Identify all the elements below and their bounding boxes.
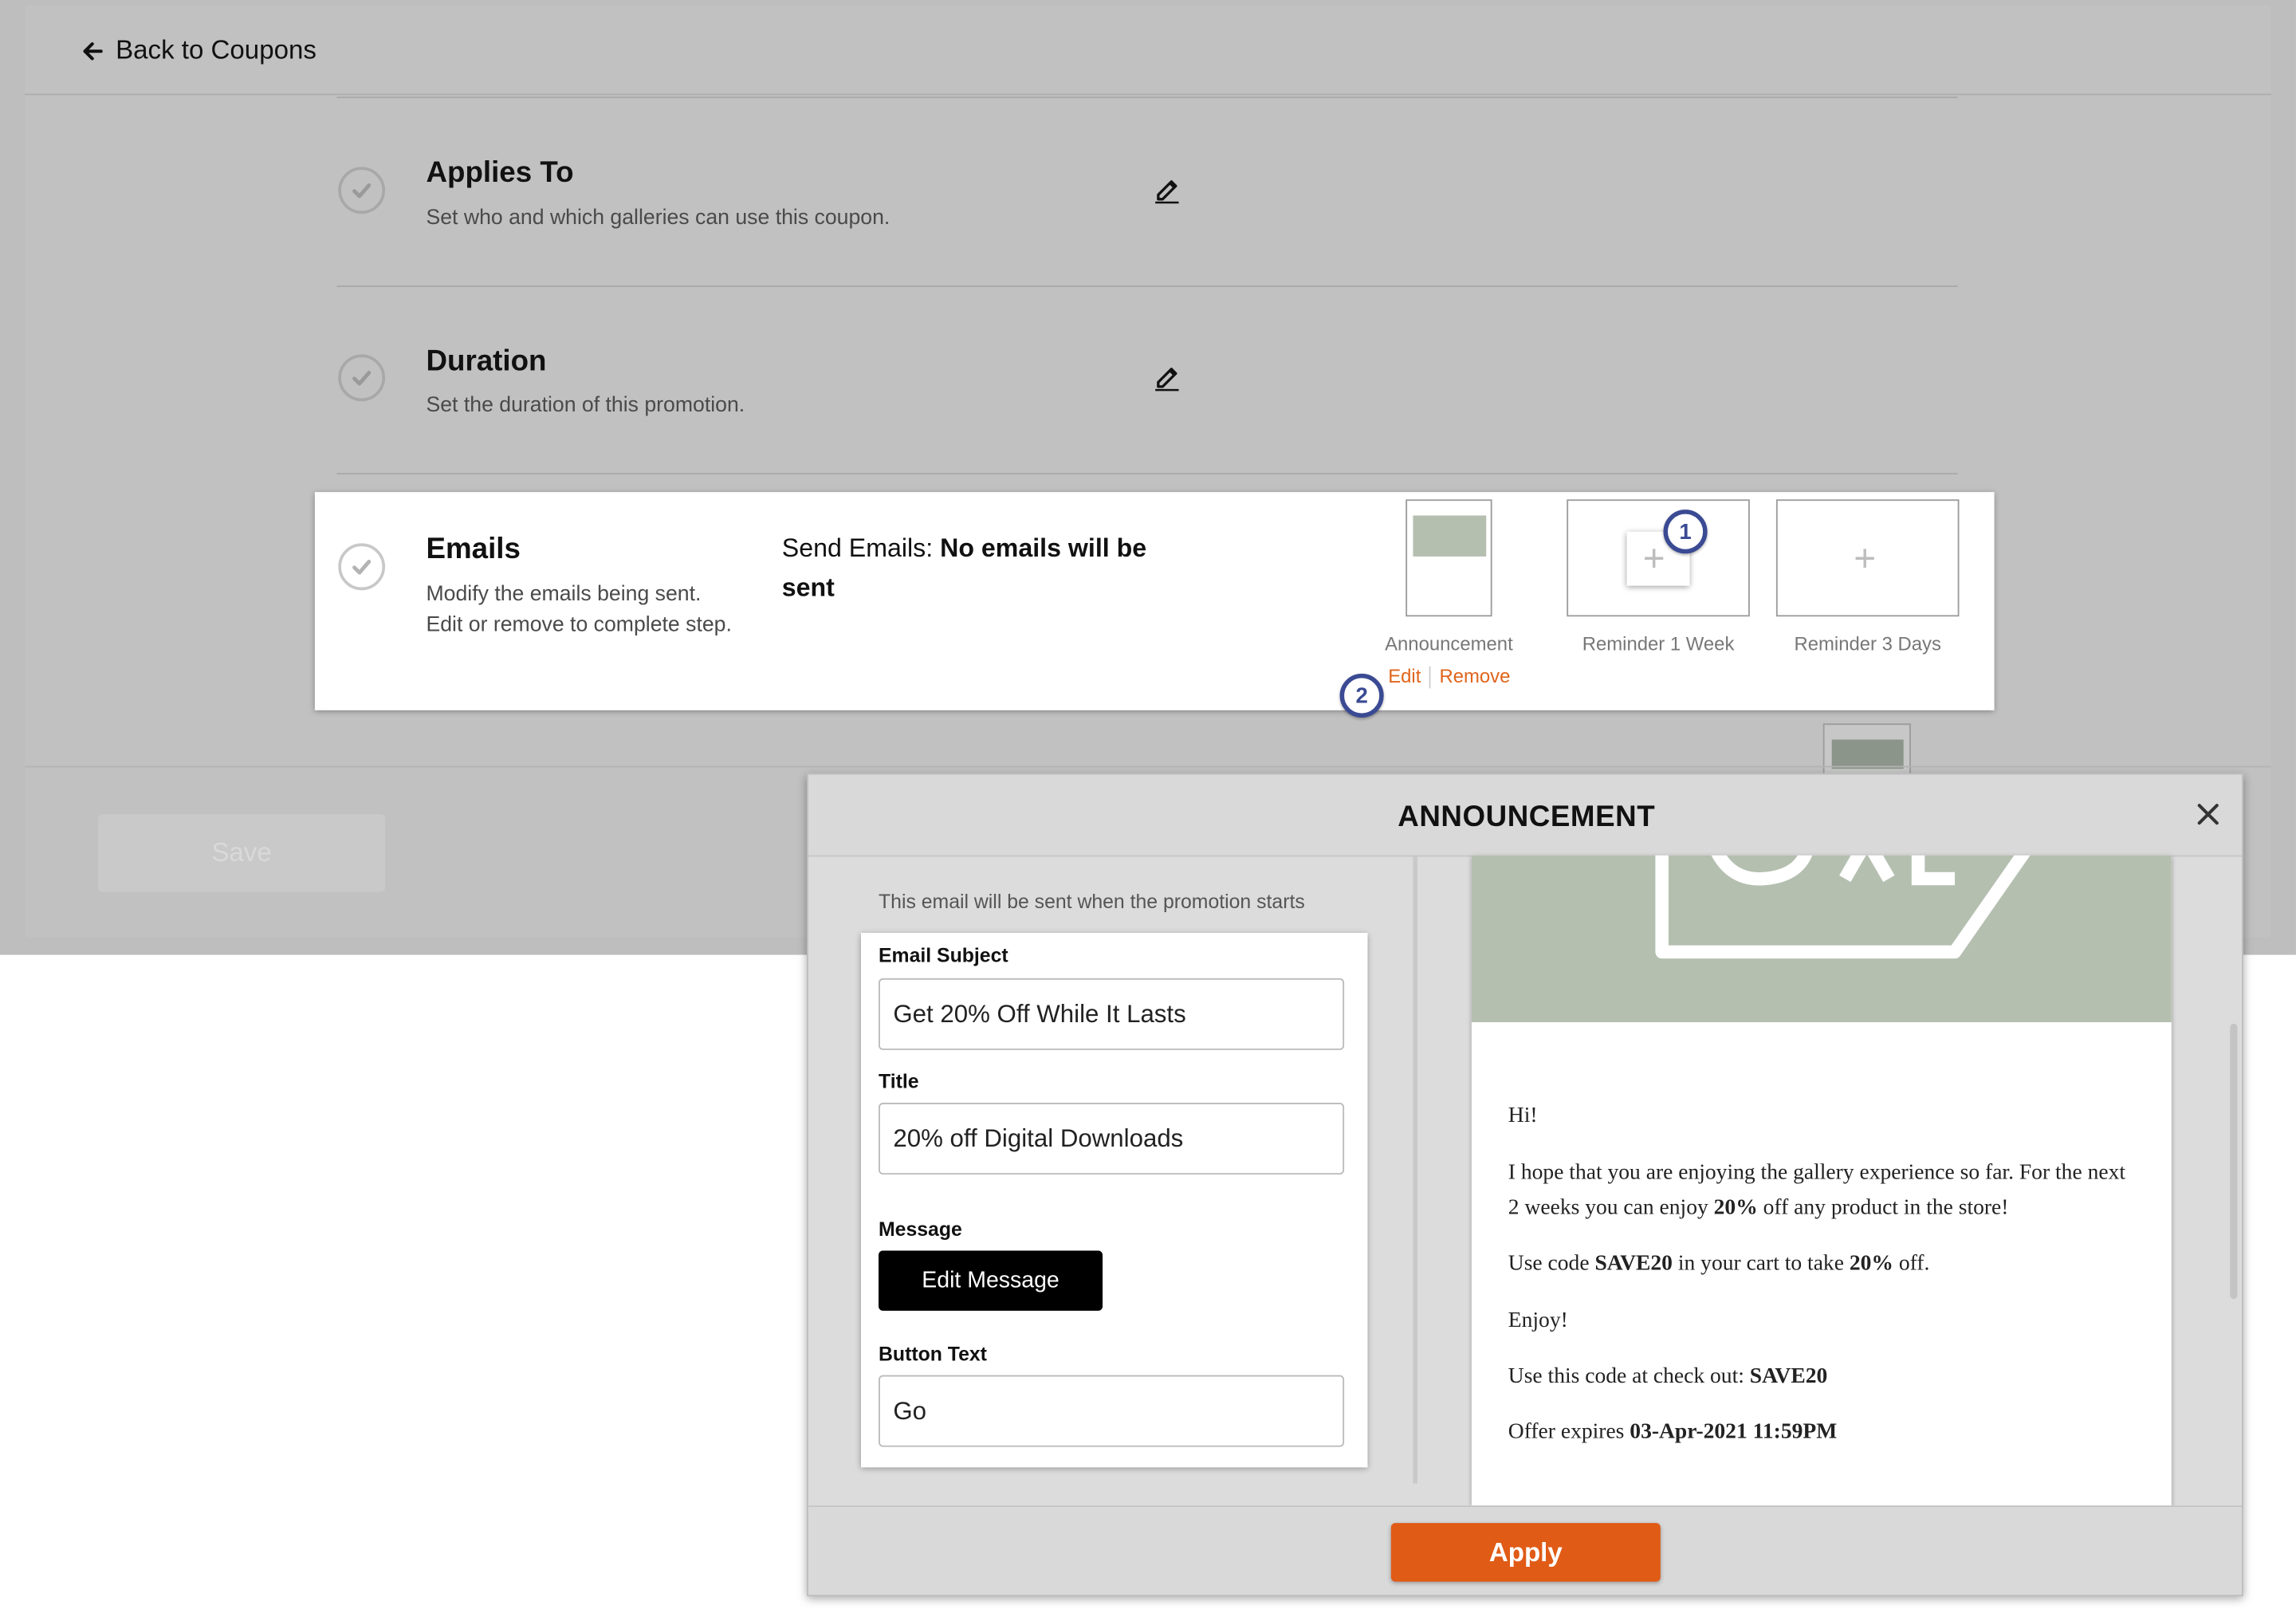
back-to-coupons-link[interactable]: Back to Coupons	[81, 35, 316, 66]
callout-badge-2: 2	[1339, 673, 1384, 718]
reminder-1-week-label: Reminder 1 Week	[1582, 632, 1735, 655]
preview-banner-image	[1471, 855, 2172, 1023]
send-emails-prefix: Send Emails:	[781, 533, 934, 563]
modal-title: ANNOUNCEMENT	[1398, 801, 1656, 834]
divider	[25, 765, 2271, 768]
send-emails-status: Send Emails: No emails will be sent	[782, 529, 1177, 608]
apply-button[interactable]: Apply	[1390, 1523, 1661, 1582]
remove-email-link[interactable]: Remove	[1439, 665, 1510, 687]
preview-paragraph-4: Use this code at check out: SAVE20	[1508, 1364, 1828, 1389]
preview-scrollbar[interactable]	[2230, 1023, 2238, 1300]
close-icon[interactable]	[2192, 798, 2224, 830]
preview-paragraph-3: Enjoy!	[1508, 1309, 1568, 1333]
modal-intro-text: This email will be sent when the promoti…	[879, 890, 1305, 913]
title-label: Title	[879, 1070, 919, 1093]
plus-icon: +	[1642, 536, 1665, 580]
thumbnail-banner	[1413, 515, 1487, 557]
step-status-applies-to	[338, 167, 386, 214]
email-subject-label: Email Subject	[879, 944, 1008, 967]
arrow-left-icon	[83, 41, 103, 60]
announcement-thumbnail[interactable]	[1406, 499, 1492, 617]
step-status-duration	[338, 354, 386, 402]
pencil-icon[interactable]	[1152, 362, 1181, 391]
panel-divider	[1413, 856, 1417, 1484]
email-subject-input[interactable]: Get 20% Off While It Lasts	[879, 978, 1345, 1050]
callout-badge-1: 1	[1663, 510, 1708, 554]
plus-icon: +	[1854, 536, 1877, 580]
edit-email-link[interactable]: Edit	[1388, 665, 1421, 687]
back-label: Back to Coupons	[116, 35, 316, 65]
reminder-3-days-slot[interactable]: +	[1775, 499, 1960, 617]
announcement-modal: ANNOUNCEMENT This email will be sent whe…	[807, 773, 2243, 1597]
sale-tag-graphic	[1655, 855, 2031, 959]
duration-title: Duration	[426, 345, 547, 378]
message-label: Message	[879, 1218, 962, 1241]
check-icon	[352, 183, 372, 199]
button-text-label: Button Text	[879, 1343, 987, 1365]
screen: Back to Coupons Applies To Set who and w…	[0, 0, 2296, 1621]
edit-message-button[interactable]: Edit Message	[879, 1250, 1103, 1311]
button-text-input[interactable]: Go	[879, 1375, 1345, 1447]
reminder-3-days-label: Reminder 3 Days	[1794, 632, 1941, 655]
preview-paragraph-2: Use code SAVE20 in your cart to take 20%…	[1508, 1252, 1930, 1276]
title-input[interactable]: 20% off Digital Downloads	[879, 1103, 1345, 1175]
step-status-emails	[338, 543, 386, 591]
reminder-1-week-slot[interactable]: +	[1567, 499, 1750, 617]
save-button[interactable]: Save	[98, 814, 386, 892]
preview-paragraph-5: Offer expires 03-Apr-2021 11:59PM	[1508, 1420, 1838, 1444]
emails-description: Modify the emails being sent. Edit or re…	[426, 583, 732, 637]
duration-description: Set the duration of this promotion.	[426, 394, 745, 418]
pencil-icon[interactable]	[1152, 175, 1181, 204]
link-separator	[1429, 666, 1431, 689]
divider	[336, 473, 1958, 475]
announcement-label: Announcement	[1385, 632, 1513, 655]
modal-footer: Apply	[808, 1505, 2242, 1595]
check-icon	[352, 371, 372, 386]
check-icon	[352, 559, 372, 575]
page-header: Back to Coupons	[25, 6, 2271, 96]
preview-paragraph-1: I hope that you are enjoying the gallery…	[1508, 1161, 2126, 1220]
modal-header: ANNOUNCEMENT	[808, 774, 2242, 857]
divider	[336, 285, 1958, 287]
applies-to-title: Applies To	[426, 156, 574, 189]
email-preview: Hi! I hope that you are enjoying the gal…	[1471, 855, 2172, 1506]
divider	[336, 96, 1958, 99]
applies-to-description: Set who and which galleries can use this…	[426, 206, 890, 230]
thumbnail-banner	[1831, 739, 1904, 769]
preview-greeting: Hi!	[1508, 1104, 1538, 1128]
emails-title: Emails	[426, 533, 521, 565]
